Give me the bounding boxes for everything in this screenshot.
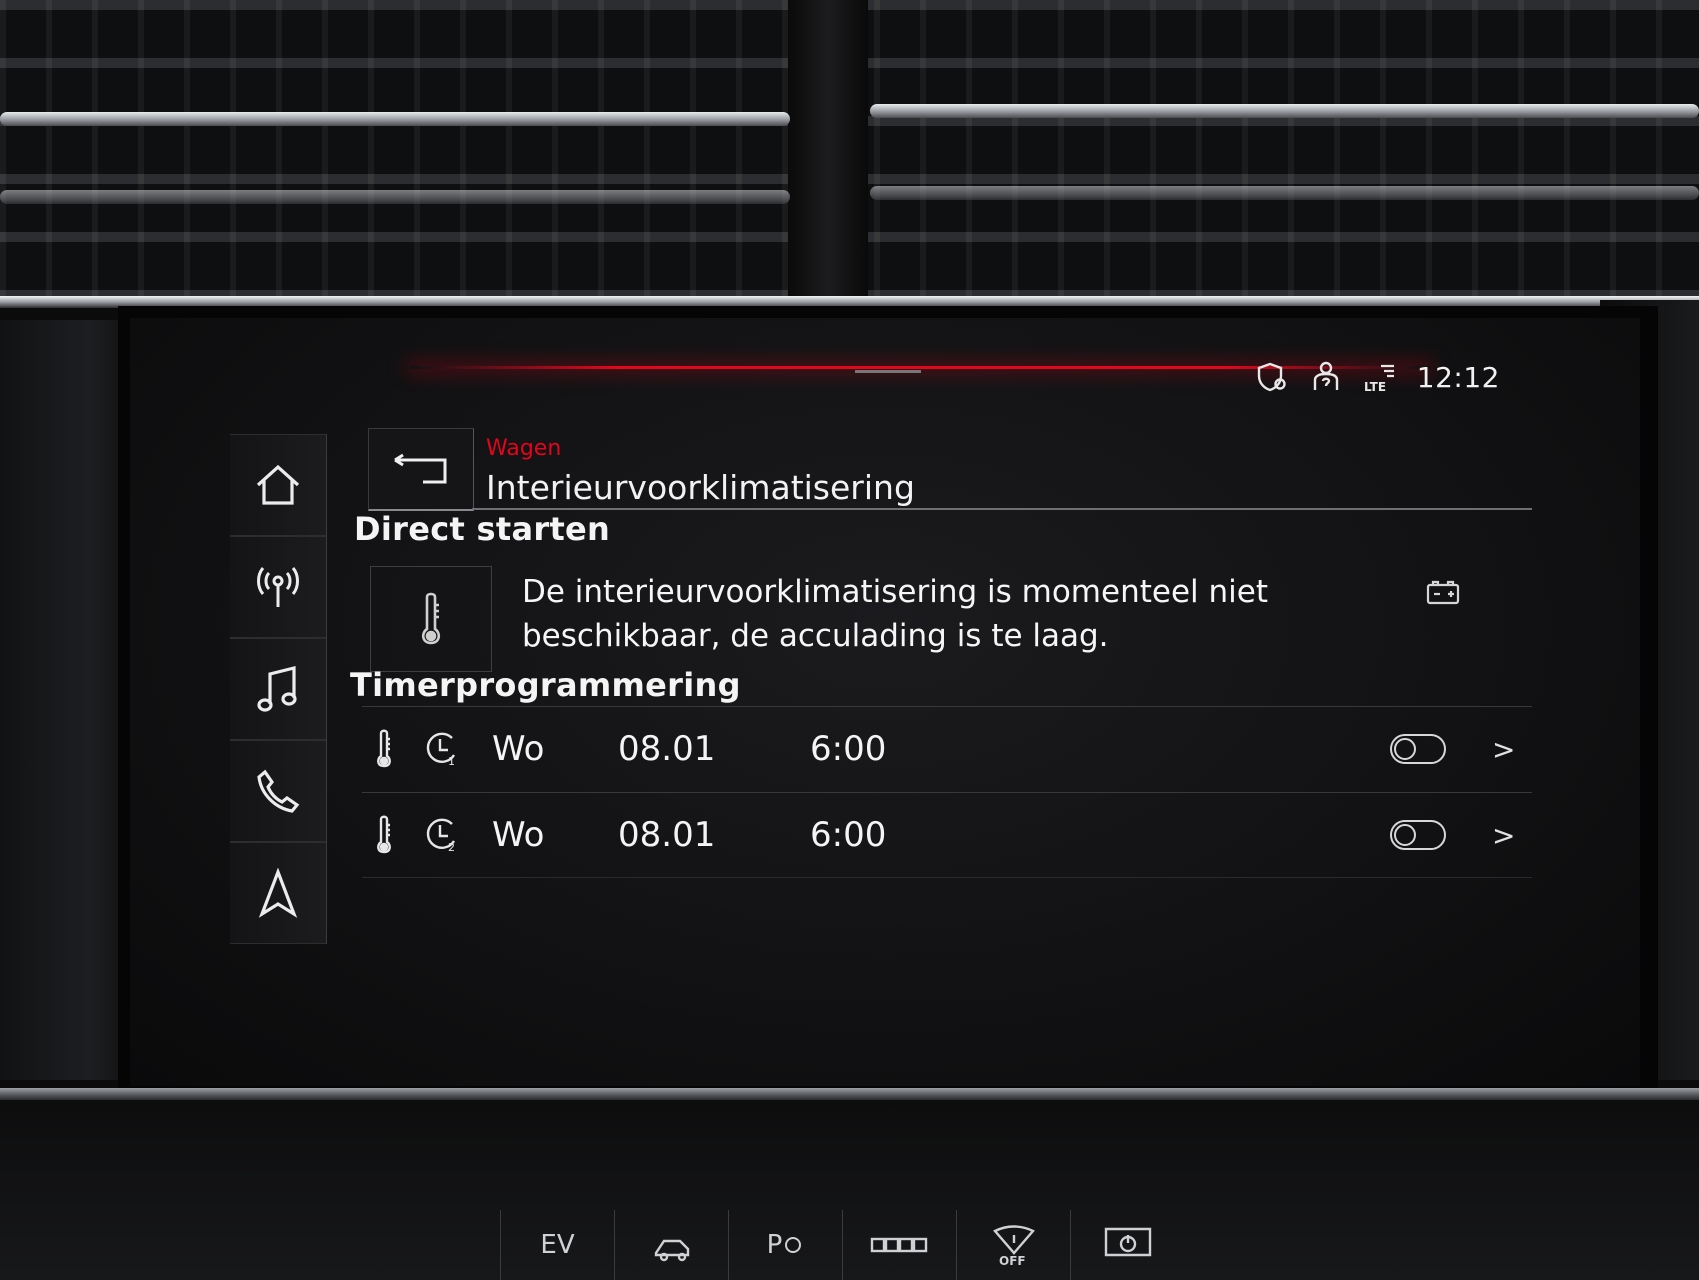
ev-label: EV — [540, 1230, 575, 1260]
timer-date: 08.01 — [618, 729, 716, 769]
camera-view-button[interactable] — [842, 1210, 956, 1280]
timer-toggle[interactable] — [1390, 820, 1446, 850]
section-heading-direct-start: Direct starten — [354, 510, 611, 548]
clock: 12:12 — [1416, 360, 1500, 394]
main-nav — [230, 434, 327, 944]
title-divider — [472, 508, 1532, 510]
music-note-icon — [257, 665, 297, 712]
timer-clock-icon: 2 — [420, 815, 464, 855]
chevron-right-icon[interactable]: > — [1492, 733, 1515, 766]
toggle-knob — [1394, 824, 1416, 846]
vent-blade — [870, 104, 1699, 118]
thermometer-icon — [421, 592, 441, 645]
air-vent — [0, 0, 1699, 300]
direct-start-tile[interactable] — [370, 566, 492, 672]
status-bar: LTE 12:12 — [1255, 360, 1500, 394]
parking-assist-button[interactable]: P — [728, 1210, 842, 1280]
back-button[interactable] — [368, 428, 474, 511]
privacy-shield-icon[interactable] — [1255, 360, 1289, 394]
user-help-icon[interactable] — [1309, 360, 1343, 394]
parking-car-icon — [785, 1237, 802, 1253]
timer-toggle[interactable] — [1390, 734, 1446, 764]
vent-blade — [0, 112, 790, 126]
pull-down-handle[interactable] — [855, 370, 921, 373]
timer-time: 6:00 — [810, 729, 887, 769]
timer-day: Wo — [492, 729, 545, 769]
timer-day: Wo — [492, 815, 545, 855]
start-stop-off-button[interactable]: OFF — [956, 1210, 1070, 1280]
nav-home[interactable] — [230, 434, 326, 536]
back-arrow-icon — [394, 453, 447, 484]
parking-label: P — [766, 1230, 783, 1260]
chevron-right-icon[interactable]: > — [1492, 819, 1515, 852]
lte-signal-icon: LTE — [1363, 360, 1397, 394]
nav-phone[interactable] — [230, 740, 326, 842]
power-button[interactable] — [1070, 1210, 1184, 1280]
timer-number: 1 — [448, 755, 455, 768]
off-label: OFF — [999, 1254, 1026, 1267]
ev-mode-button[interactable]: EV — [500, 1210, 614, 1280]
camera-grid-icon — [870, 1237, 927, 1253]
antenna-icon — [257, 567, 299, 607]
unavailable-message: De interieurvoorklimatisering is momente… — [522, 574, 1268, 654]
thermometer-icon — [362, 729, 406, 769]
phone-icon — [257, 769, 300, 813]
mmi-screen: LTE 12:12 Wagen Interieurvoorklimatiseri… — [130, 318, 1640, 1086]
nav-navigation[interactable] — [230, 842, 326, 944]
vent-center-divider — [788, 0, 868, 300]
breadcrumb[interactable]: Wagen — [486, 436, 561, 461]
timer-number: 2 — [448, 841, 455, 854]
drive-select-button[interactable] — [614, 1210, 728, 1280]
section-heading-timer: Timerprogrammering — [350, 666, 741, 704]
timer-row-2[interactable]: 2 Wo 08.01 6:00 > — [362, 792, 1532, 878]
timer-clock-icon: 1 — [420, 729, 464, 769]
home-icon — [256, 464, 300, 505]
toggle-knob — [1394, 738, 1416, 760]
timer-time: 6:00 — [810, 815, 887, 855]
console-button-strip: EV P OFF — [500, 1210, 1184, 1280]
vent-blade — [870, 186, 1699, 200]
car-slope-icon — [654, 1239, 689, 1262]
nav-media[interactable] — [230, 638, 326, 740]
battery-low-icon — [1426, 580, 1462, 610]
timer-date: 08.01 — [618, 815, 716, 855]
timer-row-1[interactable]: 1 Wo 08.01 6:00 > — [362, 706, 1532, 791]
thermometer-icon — [362, 815, 406, 855]
power-icon — [1104, 1227, 1151, 1257]
page-title: Interieurvoorklimatisering — [486, 468, 915, 507]
navigation-arrow-icon — [258, 868, 298, 918]
info-off-icon: OFF — [992, 1225, 1035, 1267]
vent-blade — [0, 190, 790, 204]
lte-label: LTE — [1364, 380, 1386, 394]
nav-radio[interactable] — [230, 536, 326, 638]
